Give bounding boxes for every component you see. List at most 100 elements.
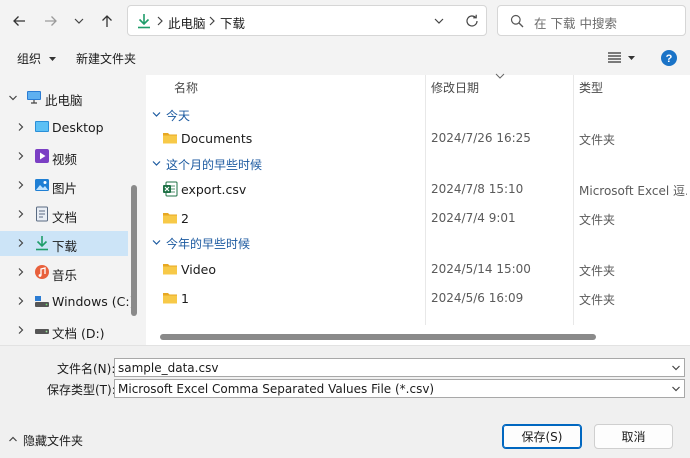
pictures-icon — [34, 177, 50, 193]
sidebar-item-label: 文档 — [52, 210, 78, 225]
address-dropdown-icon[interactable] — [433, 15, 445, 27]
sidebar-item-label: Windows (C:) — [52, 294, 135, 309]
sidebar-item-documents[interactable]: 文档 — [0, 202, 128, 227]
column-header-date[interactable]: 修改日期 — [431, 79, 479, 96]
file-list: 名称 修改日期 类型 今天 Documents 2024/7/26 16:25 … — [146, 73, 690, 345]
group-label: 这个月的早些时候 — [166, 158, 263, 172]
chevron-down-icon — [671, 384, 681, 394]
file-type: 文件夹 — [579, 133, 616, 147]
chevron-right-icon[interactable] — [16, 151, 26, 161]
download-icon — [137, 13, 151, 29]
breadcrumb-item[interactable]: 此电脑 — [168, 13, 206, 32]
file-name: 1 — [181, 291, 189, 306]
column-header-name[interactable]: 名称 — [174, 79, 198, 96]
chevron-right-icon[interactable] — [16, 180, 26, 190]
sidebar-scrollbar-thumb[interactable] — [131, 185, 137, 316]
file-date: 2024/7/8 15:10 — [431, 182, 524, 196]
sidebar-item-this-pc[interactable]: 此电脑 — [0, 85, 128, 110]
filetype-select[interactable]: Microsoft Excel Comma Separated Values F… — [114, 379, 685, 398]
up-button[interactable] — [94, 8, 120, 34]
file-row[interactable]: 2 2024/7/4 9:01 文件夹 — [146, 205, 690, 231]
caret-down-icon — [628, 56, 635, 61]
file-row[interactable]: Documents 2024/7/26 16:25 文件夹 — [146, 125, 690, 151]
help-button[interactable]: ? — [661, 50, 677, 66]
sidebar-item-label: 图片 — [52, 181, 78, 196]
chevron-down-icon[interactable] — [671, 363, 681, 373]
chevron-right-icon[interactable] — [16, 209, 26, 219]
chevron-right-icon[interactable] — [16, 122, 26, 132]
column-header-type[interactable]: 类型 — [579, 79, 603, 96]
organize-label: 组织 — [17, 52, 42, 66]
breadcrumb-item[interactable]: 下载 — [220, 13, 245, 32]
sidebar-item-label: 视频 — [52, 152, 78, 167]
documents-icon — [34, 206, 50, 222]
chevron-down-icon — [152, 238, 161, 247]
folder-icon — [162, 130, 178, 146]
filename-value: sample_data.csv — [118, 361, 219, 375]
sidebar-item-drive-d[interactable]: 文档 (D:) — [0, 318, 128, 343]
address-bar[interactable]: 此电脑 下载 — [127, 5, 487, 36]
group-label: 今年的早些时候 — [166, 237, 251, 251]
chevron-right-icon — [155, 15, 165, 27]
sidebar-item-downloads[interactable]: 下载 — [0, 231, 128, 256]
refresh-icon[interactable] — [464, 13, 480, 29]
chevron-right-icon[interactable] — [16, 267, 26, 277]
chevron-right-icon[interactable] — [16, 296, 26, 306]
sidebar-item-label: 文档 (D:) — [52, 326, 105, 341]
recent-locations-button[interactable] — [66, 8, 92, 34]
file-type: Microsoft Excel 逗... — [579, 184, 687, 198]
forward-button[interactable] — [38, 8, 64, 34]
chevron-down-icon — [73, 15, 85, 27]
file-date: 2024/7/26 16:25 — [431, 131, 531, 145]
music-icon — [34, 264, 50, 280]
sidebar-item-desktop[interactable]: Desktop — [0, 115, 128, 140]
group-label: 今天 — [166, 109, 191, 123]
save-button[interactable]: 保存(S) — [502, 424, 582, 449]
file-row[interactable]: 1 2024/5/6 16:09 文件夹 — [146, 285, 690, 311]
navigation-pane: 此电脑 Desktop 视频 图片 文档 下载 音乐 Windows (C:) … — [0, 75, 140, 345]
sidebar-item-label: 音乐 — [52, 268, 78, 283]
sidebar-item-label: 下载 — [52, 239, 78, 254]
file-date: 2024/7/4 9:01 — [431, 211, 516, 225]
filetype-label: 保存类型(T): — [47, 383, 116, 397]
sidebar-item-music[interactable]: 音乐 — [0, 260, 128, 285]
sidebar-item-pictures[interactable]: 图片 — [0, 173, 128, 198]
chevron-right-icon[interactable] — [16, 325, 26, 335]
chevron-down-icon[interactable] — [8, 93, 18, 103]
file-type: 文件夹 — [579, 264, 616, 278]
chevron-right-icon[interactable] — [16, 238, 26, 248]
drive-icon — [34, 293, 50, 309]
search-box[interactable]: 在 下载 中搜索 — [497, 5, 686, 36]
file-name: export.csv — [181, 182, 247, 197]
folder-icon — [162, 261, 178, 277]
arrow-up-icon — [99, 13, 115, 29]
filename-label: 文件名(N): — [57, 362, 116, 376]
view-options-button[interactable] — [606, 49, 638, 67]
search-placeholder: 在 下载 中搜索 — [534, 16, 617, 31]
new-folder-button[interactable]: 新建文件夹 — [76, 50, 136, 67]
svg-text:?: ? — [666, 53, 673, 65]
file-type: 文件夹 — [579, 293, 616, 307]
excel-icon — [162, 181, 178, 197]
sidebar-item-drive-c[interactable]: Windows (C:) — [0, 289, 134, 314]
file-list-scrollbar[interactable] — [160, 334, 596, 340]
computer-icon — [26, 89, 42, 105]
search-icon — [510, 14, 524, 28]
sidebar-item-label: Desktop — [52, 120, 104, 135]
file-row[interactable]: Video 2024/5/14 15:00 文件夹 — [146, 256, 690, 282]
cancel-button[interactable]: 取消 — [594, 424, 673, 449]
back-button[interactable] — [6, 8, 32, 34]
sidebar-item-label: 此电脑 — [45, 93, 83, 108]
file-row[interactable]: export.csv 2024/7/8 15:10 Microsoft Exce… — [146, 176, 690, 202]
organize-button[interactable]: 组织 — [17, 50, 56, 67]
download-icon — [34, 235, 50, 251]
drive-icon — [34, 322, 50, 338]
sidebar-item-videos[interactable]: 视频 — [0, 144, 128, 169]
chevron-up-icon — [8, 434, 18, 444]
folder-icon — [162, 290, 178, 306]
filename-input[interactable]: sample_data.csv — [114, 358, 685, 377]
save-form: 文件名(N): sample_data.csv 保存类型(T): Microso… — [0, 345, 690, 458]
video-icon — [34, 148, 50, 164]
desktop-icon — [34, 119, 50, 135]
arrow-right-icon — [43, 13, 59, 29]
